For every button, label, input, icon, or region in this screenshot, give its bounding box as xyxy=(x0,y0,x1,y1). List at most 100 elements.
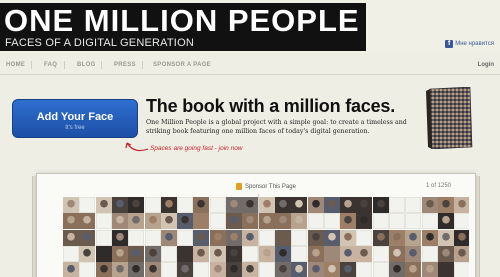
face-thumbnail[interactable] xyxy=(128,245,145,262)
face-thumbnail[interactable] xyxy=(405,229,422,246)
face-thumbnail[interactable] xyxy=(372,213,389,230)
face-thumbnail[interactable] xyxy=(421,197,438,213)
face-thumbnail[interactable] xyxy=(79,197,96,213)
face-thumbnail[interactable] xyxy=(160,229,177,246)
face-thumbnail[interactable] xyxy=(209,197,226,213)
face-thumbnail[interactable] xyxy=(454,197,469,213)
face-thumbnail[interactable] xyxy=(323,229,340,246)
face-thumbnail[interactable] xyxy=(454,262,469,277)
face-thumbnail[interactable] xyxy=(291,213,308,230)
face-thumbnail[interactable] xyxy=(307,213,324,230)
face-thumbnail[interactable] xyxy=(405,262,422,277)
face-thumbnail[interactable] xyxy=(340,197,357,213)
face-thumbnail[interactable] xyxy=(144,197,161,213)
face-thumbnail[interactable] xyxy=(356,262,373,277)
face-thumbnail[interactable] xyxy=(111,262,128,277)
face-thumbnail[interactable] xyxy=(323,262,340,277)
nav-item-faq[interactable]: FAQ xyxy=(44,62,57,68)
nav-item-home[interactable]: HOME xyxy=(6,62,25,68)
face-thumbnail[interactable] xyxy=(274,262,291,277)
face-thumbnail[interactable] xyxy=(111,245,128,262)
face-thumbnail[interactable] xyxy=(128,213,145,230)
face-thumbnail[interactable] xyxy=(111,213,128,230)
face-thumbnail[interactable] xyxy=(454,229,469,246)
face-thumbnail[interactable] xyxy=(177,197,194,213)
face-thumbnail[interactable] xyxy=(63,262,79,277)
face-thumbnail[interactable] xyxy=(95,197,112,213)
nav-item-sponsor[interactable]: SPONSOR A PAGE xyxy=(153,62,211,68)
face-thumbnail[interactable] xyxy=(79,213,96,230)
face-thumbnail[interactable] xyxy=(454,213,469,230)
face-thumbnail[interactable] xyxy=(226,229,242,246)
face-thumbnail[interactable] xyxy=(144,262,161,277)
face-thumbnail[interactable] xyxy=(128,229,145,246)
face-thumbnail[interactable] xyxy=(144,245,161,262)
face-thumbnail[interactable] xyxy=(356,229,373,246)
face-thumbnail[interactable] xyxy=(389,197,405,213)
face-thumbnail[interactable] xyxy=(209,245,226,262)
face-thumbnail[interactable] xyxy=(209,213,226,230)
face-thumbnail[interactable] xyxy=(307,229,324,246)
face-thumbnail[interactable] xyxy=(160,245,177,262)
face-thumbnail[interactable] xyxy=(307,245,324,262)
face-thumbnail[interactable] xyxy=(95,262,112,277)
face-thumbnail[interactable] xyxy=(356,213,373,230)
face-thumbnail[interactable] xyxy=(258,213,275,230)
face-thumbnail[interactable] xyxy=(274,245,291,262)
face-thumbnail[interactable] xyxy=(437,197,454,213)
face-thumbnail[interactable] xyxy=(226,197,242,213)
face-thumbnail[interactable] xyxy=(274,213,291,230)
face-thumbnail[interactable] xyxy=(242,229,259,246)
face-thumbnail[interactable] xyxy=(437,213,454,230)
face-thumbnail[interactable] xyxy=(111,197,128,213)
face-grid[interactable] xyxy=(63,197,469,277)
face-thumbnail[interactable] xyxy=(160,262,177,277)
face-thumbnail[interactable] xyxy=(193,262,210,277)
face-thumbnail[interactable] xyxy=(193,197,210,213)
face-thumbnail[interactable] xyxy=(340,213,357,230)
face-thumbnail[interactable] xyxy=(389,262,405,277)
face-thumbnail[interactable] xyxy=(258,197,275,213)
face-thumbnail[interactable] xyxy=(307,197,324,213)
face-thumbnail[interactable] xyxy=(177,245,194,262)
face-thumbnail[interactable] xyxy=(291,245,308,262)
face-thumbnail[interactable] xyxy=(274,197,291,213)
face-thumbnail[interactable] xyxy=(193,229,210,246)
site-logo[interactable]: ONE MILLION PEOPLE FACES OF A DIGITAL GE… xyxy=(0,3,366,51)
face-thumbnail[interactable] xyxy=(242,245,259,262)
face-thumbnail[interactable] xyxy=(258,229,275,246)
face-thumbnail[interactable] xyxy=(421,213,438,230)
face-thumbnail[interactable] xyxy=(63,245,79,262)
face-thumbnail[interactable] xyxy=(242,197,259,213)
face-thumbnail[interactable] xyxy=(405,197,422,213)
face-thumbnail[interactable] xyxy=(405,245,422,262)
face-thumbnail[interactable] xyxy=(144,229,161,246)
face-thumbnail[interactable] xyxy=(209,262,226,277)
face-thumbnail[interactable] xyxy=(291,197,308,213)
face-thumbnail[interactable] xyxy=(372,262,389,277)
face-thumbnail[interactable] xyxy=(226,245,242,262)
face-thumbnail[interactable] xyxy=(258,262,275,277)
face-thumbnail[interactable] xyxy=(111,229,128,246)
face-thumbnail[interactable] xyxy=(356,245,373,262)
face-thumbnail[interactable] xyxy=(193,213,210,230)
face-thumbnail[interactable] xyxy=(258,245,275,262)
face-thumbnail[interactable] xyxy=(323,197,340,213)
face-thumbnail[interactable] xyxy=(389,213,405,230)
face-thumbnail[interactable] xyxy=(291,229,308,246)
face-thumbnail[interactable] xyxy=(144,213,161,230)
facebook-like-button[interactable]: f Мне нравится xyxy=(445,40,494,48)
face-thumbnail[interactable] xyxy=(372,229,389,246)
face-thumbnail[interactable] xyxy=(160,197,177,213)
add-your-face-button[interactable]: Add Your Face It's free xyxy=(12,99,138,138)
face-thumbnail[interactable] xyxy=(160,213,177,230)
face-thumbnail[interactable] xyxy=(226,262,242,277)
face-thumbnail[interactable] xyxy=(209,229,226,246)
face-thumbnail[interactable] xyxy=(128,197,145,213)
face-thumbnail[interactable] xyxy=(95,245,112,262)
face-thumbnail[interactable] xyxy=(226,213,242,230)
face-thumbnail[interactable] xyxy=(274,229,291,246)
face-thumbnail[interactable] xyxy=(79,245,96,262)
login-link[interactable]: Login xyxy=(478,62,494,68)
face-thumbnail[interactable] xyxy=(437,245,454,262)
